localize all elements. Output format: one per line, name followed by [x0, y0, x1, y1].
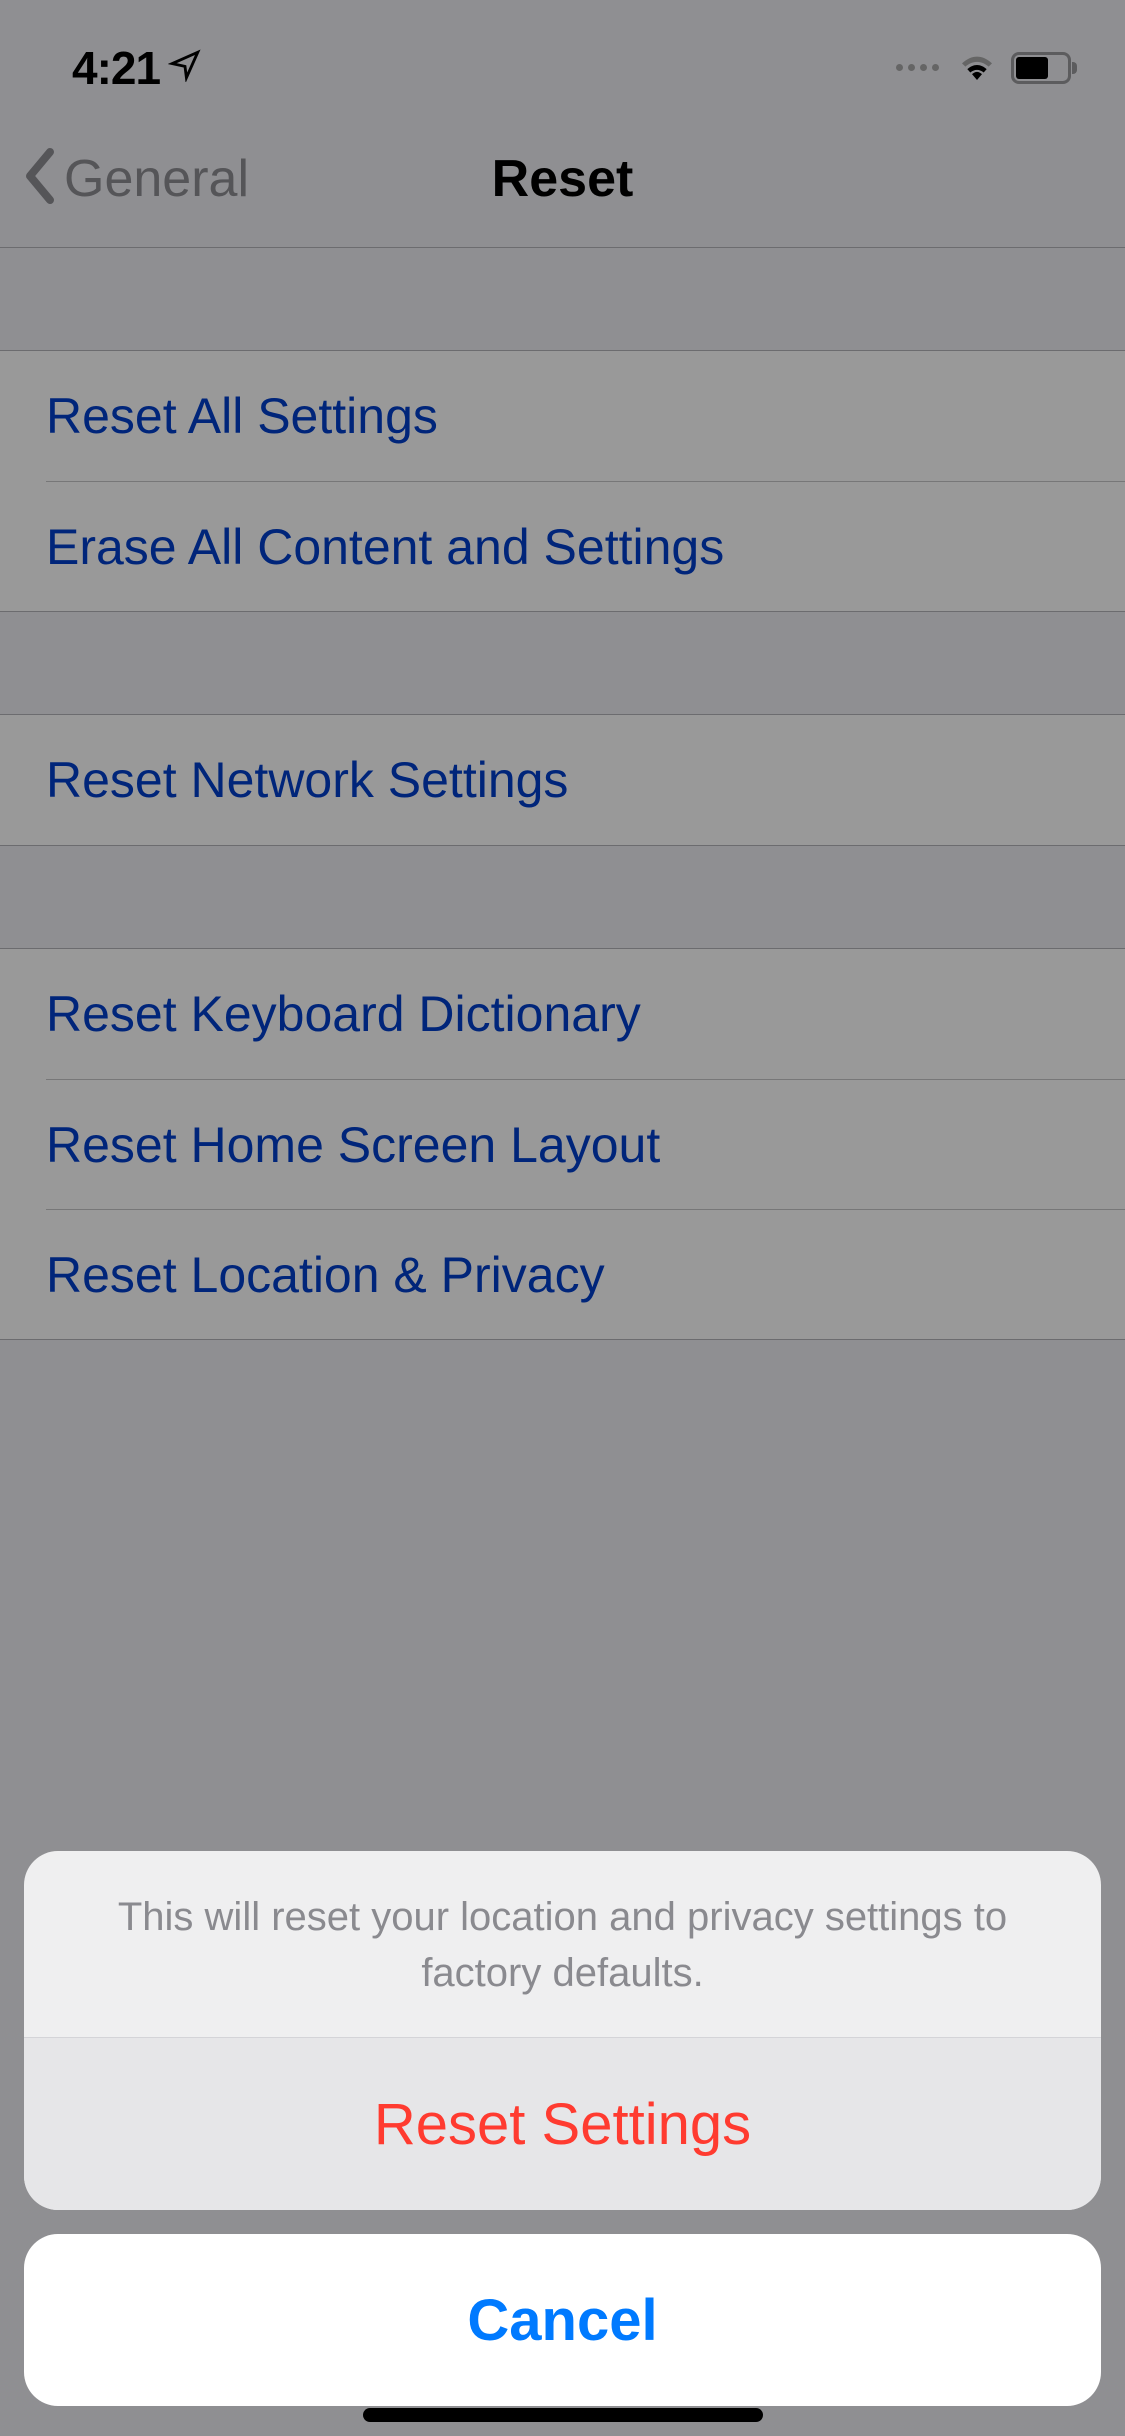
home-indicator[interactable]: [363, 2408, 763, 2422]
action-label: Reset Settings: [374, 2091, 751, 2158]
cancel-button[interactable]: Cancel: [24, 2234, 1101, 2406]
cancel-label: Cancel: [467, 2287, 657, 2354]
settings-reset-screen: 4:21: [0, 0, 1125, 2436]
reset-settings-button[interactable]: Reset Settings: [24, 2038, 1101, 2210]
action-sheet: This will reset your location and privac…: [24, 1851, 1101, 2210]
action-sheet-message: This will reset your location and privac…: [24, 1851, 1101, 2038]
action-sheet-overlay[interactable]: This will reset your location and privac…: [0, 0, 1125, 2436]
